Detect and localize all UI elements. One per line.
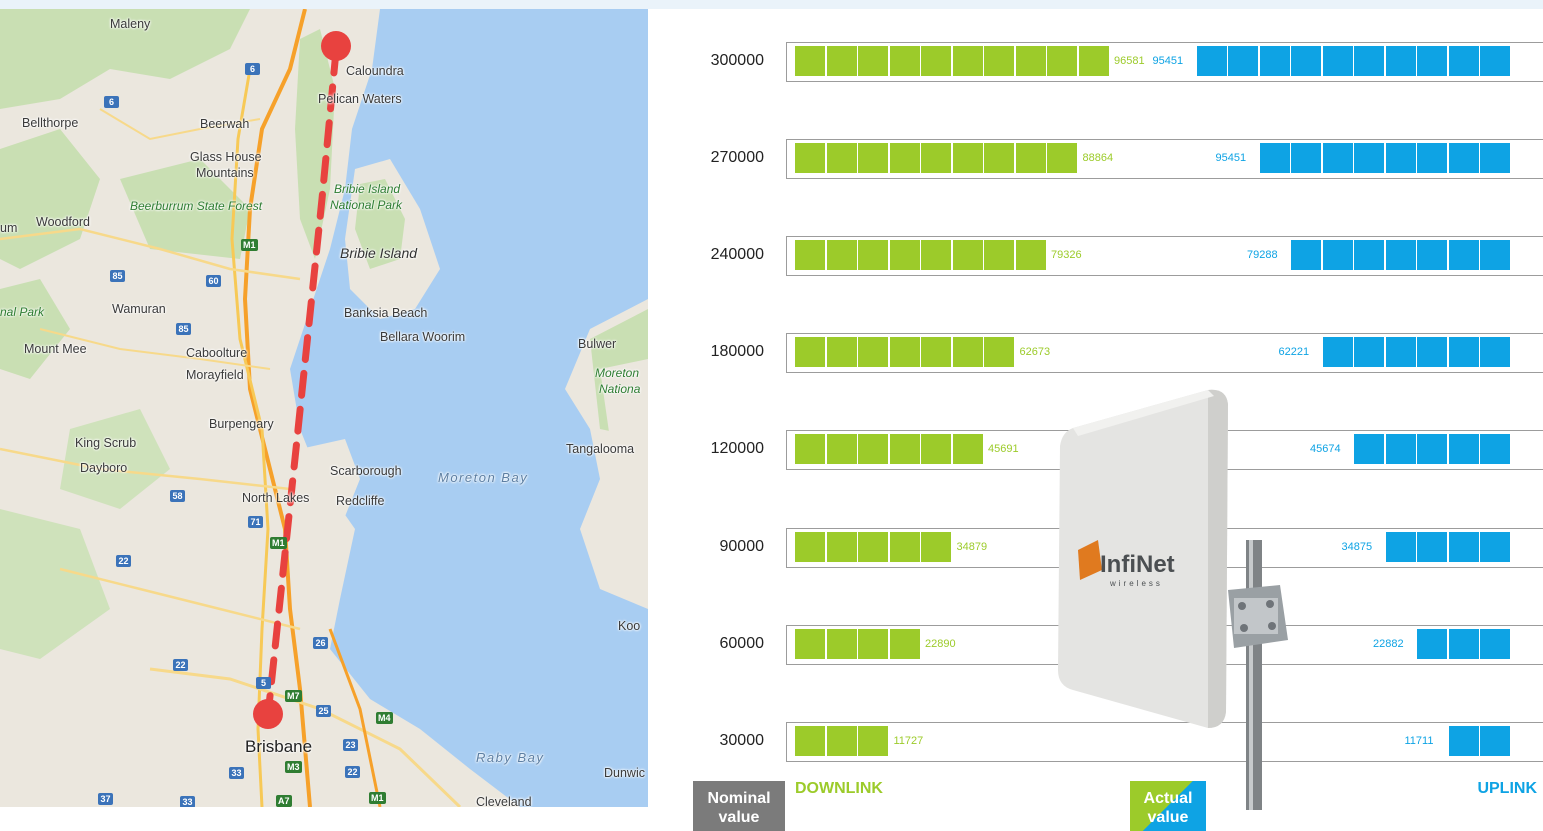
place-maleny: Maleny [110, 17, 151, 31]
road-shield-37: 37 [98, 793, 113, 805]
device-sub-text: wireless [1109, 579, 1163, 588]
road-shield-25: 25 [316, 705, 331, 717]
place-tangalooma: Tangalooma [566, 442, 635, 456]
place-caloundra: Caloundra [346, 64, 404, 78]
nominal-legend-line1: Nominal [707, 790, 771, 807]
place-brisbane: Brisbane [245, 737, 313, 756]
place-beerwah: Beerwah [200, 117, 250, 131]
place-banksia-beach: Banksia Beach [344, 306, 428, 320]
place-north-lakes: North Lakes [242, 491, 310, 505]
place-woodford: Woodford [36, 215, 90, 229]
place-pelican-waters: Pelican Waters [318, 92, 402, 106]
place-moreton-np-2: Nationa [599, 382, 641, 396]
road-shield-33: 33 [229, 767, 244, 779]
place-raby-bay: Raby Bay [476, 750, 545, 765]
road-shield-71: 71 [248, 516, 263, 528]
end-pin-marker[interactable] [253, 699, 283, 729]
place-bulwer: Bulwer [578, 337, 617, 351]
road-shield-85: 85 [176, 323, 191, 335]
road-shield-m1: M1 [241, 239, 258, 251]
place-bellara-woorim: Bellara Woorim [380, 330, 466, 344]
road-shield-6: 6 [245, 63, 260, 75]
road-shield-m3: M3 [285, 761, 302, 773]
place-mount-mee: Mount Mee [24, 342, 87, 356]
place-bribie-np-2: National Park [330, 198, 403, 212]
place-wamuran: Wamuran [112, 302, 166, 316]
road-shield-85: 85 [110, 270, 125, 282]
road-shield-58: 58 [170, 490, 185, 502]
throughput-chart: 300000 96581 95451 270000 88864 95451 240000 79… [648, 0, 1543, 831]
road-shield-m1: M1 [270, 537, 287, 549]
start-pin-marker[interactable] [321, 31, 351, 61]
place-caboolture: Caboolture [186, 346, 248, 360]
road-shield-5: 5 [256, 677, 271, 689]
place-beerburrum-forest: Beerburrum State Forest [130, 199, 263, 213]
road-shield-6: 6 [104, 96, 119, 108]
place-mountains: Mountains [196, 166, 254, 180]
road-shield-22: 22 [116, 555, 131, 567]
place-morayfield: Morayfield [186, 368, 244, 382]
nominal-value-legend: Nominal value [693, 781, 785, 831]
place-national-park-left: nal Park [0, 305, 45, 319]
road-shield-33: 33 [180, 796, 195, 807]
road-shield-22: 22 [173, 659, 188, 671]
place-dayboro: Dayboro [80, 461, 128, 475]
place-glass-house: Glass House [190, 150, 262, 164]
place-bribie-island: Bribie Island [340, 245, 418, 261]
place-dunwic: Dunwic [604, 766, 645, 780]
actual-legend-line2: value [1147, 809, 1189, 826]
infinet-antenna-illustration: InfiNet wireless [1058, 389, 1288, 810]
place-redcliffe: Redcliffe [336, 494, 385, 508]
place-bellthorpe: Bellthorpe [22, 116, 79, 130]
uplink-label: UPLINK [1477, 780, 1537, 797]
place-moreton-np-1: Moreton [595, 366, 640, 380]
route-map[interactable]: Maleny Caloundra Pelican Waters Bellthor… [0, 9, 648, 807]
place-koo: Koo [618, 619, 641, 633]
map-background [0, 9, 648, 807]
device-brand-text: InfiNet [1100, 551, 1175, 578]
road-shield-22: 22 [345, 766, 360, 778]
road-shield-23: 23 [343, 739, 358, 751]
road-shield-60: 60 [206, 275, 221, 287]
place-scarborough: Scarborough [330, 464, 402, 478]
place-moreton-bay: Moreton Bay [438, 470, 529, 485]
road-shield-26: 26 [313, 637, 328, 649]
road-shield-m7: M7 [285, 690, 302, 702]
road-shield-a7: A7 [276, 795, 292, 807]
road-shield-m1: M1 [369, 792, 386, 804]
place-cleveland: Cleveland [476, 795, 532, 807]
downlink-label: DOWNLINK [795, 780, 883, 797]
actual-legend-line1: Actual [1143, 790, 1193, 807]
place-burpengary: Burpengary [209, 417, 274, 431]
place-king-scrub: King Scrub [75, 436, 137, 450]
place-um: um [0, 221, 18, 235]
nominal-legend-line2: value [718, 809, 760, 826]
place-bribie-np-1: Bribie Island [334, 182, 401, 196]
actual-value-legend: Actual value [1130, 781, 1206, 831]
road-shield-m4: M4 [376, 712, 393, 724]
